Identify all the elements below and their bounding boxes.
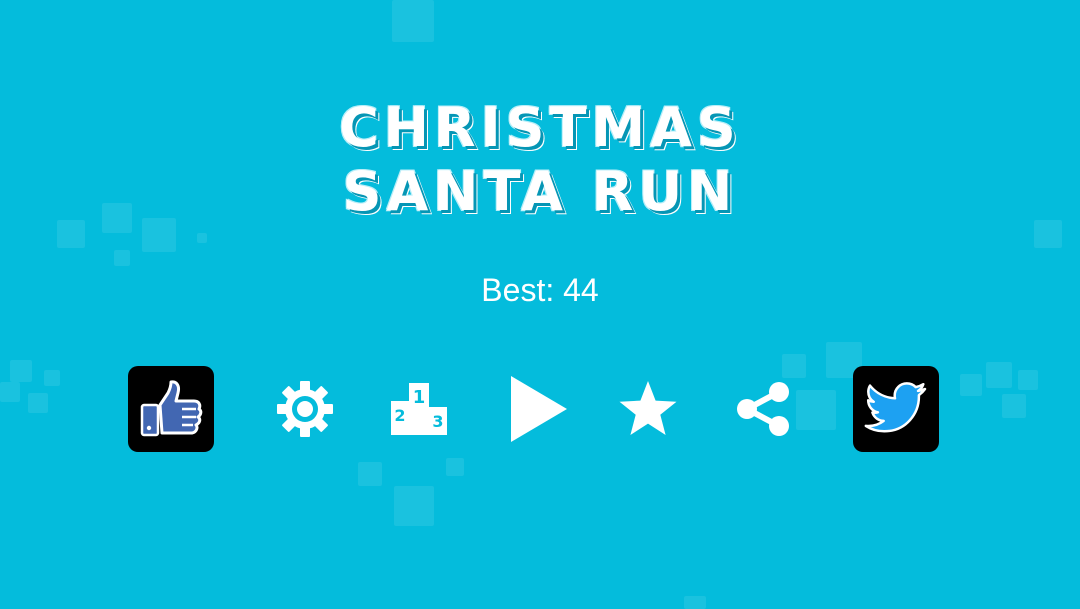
podium-rank-3: 3 xyxy=(432,412,443,431)
settings-button[interactable] xyxy=(260,364,350,454)
main-menu: 1 2 3 xyxy=(0,364,1080,454)
twitter-button[interactable] xyxy=(853,366,939,452)
thumbs-up-icon xyxy=(140,380,203,437)
leaderboard-button[interactable]: 1 2 3 xyxy=(374,364,464,454)
podium-rank-1: 1 xyxy=(413,387,426,408)
podium-icon: 1 2 3 xyxy=(391,383,447,435)
share-button[interactable] xyxy=(718,364,808,454)
podium-rank-2: 2 xyxy=(394,406,405,425)
star-icon xyxy=(619,381,677,435)
game-title: CHRISTMAS SANTA RUN xyxy=(0,96,1080,224)
facebook-like-button[interactable] xyxy=(128,366,214,452)
twitter-bird-icon xyxy=(864,382,927,433)
best-score: Best: 44 xyxy=(481,272,599,308)
game-title-line1: CHRISTMAS xyxy=(339,96,741,159)
rate-button[interactable] xyxy=(603,364,693,454)
play-icon xyxy=(511,376,567,442)
game-title-line2: SANTA RUN xyxy=(342,160,738,223)
share-icon xyxy=(737,382,789,436)
play-button[interactable] xyxy=(492,364,582,454)
gear-icon xyxy=(277,381,333,437)
